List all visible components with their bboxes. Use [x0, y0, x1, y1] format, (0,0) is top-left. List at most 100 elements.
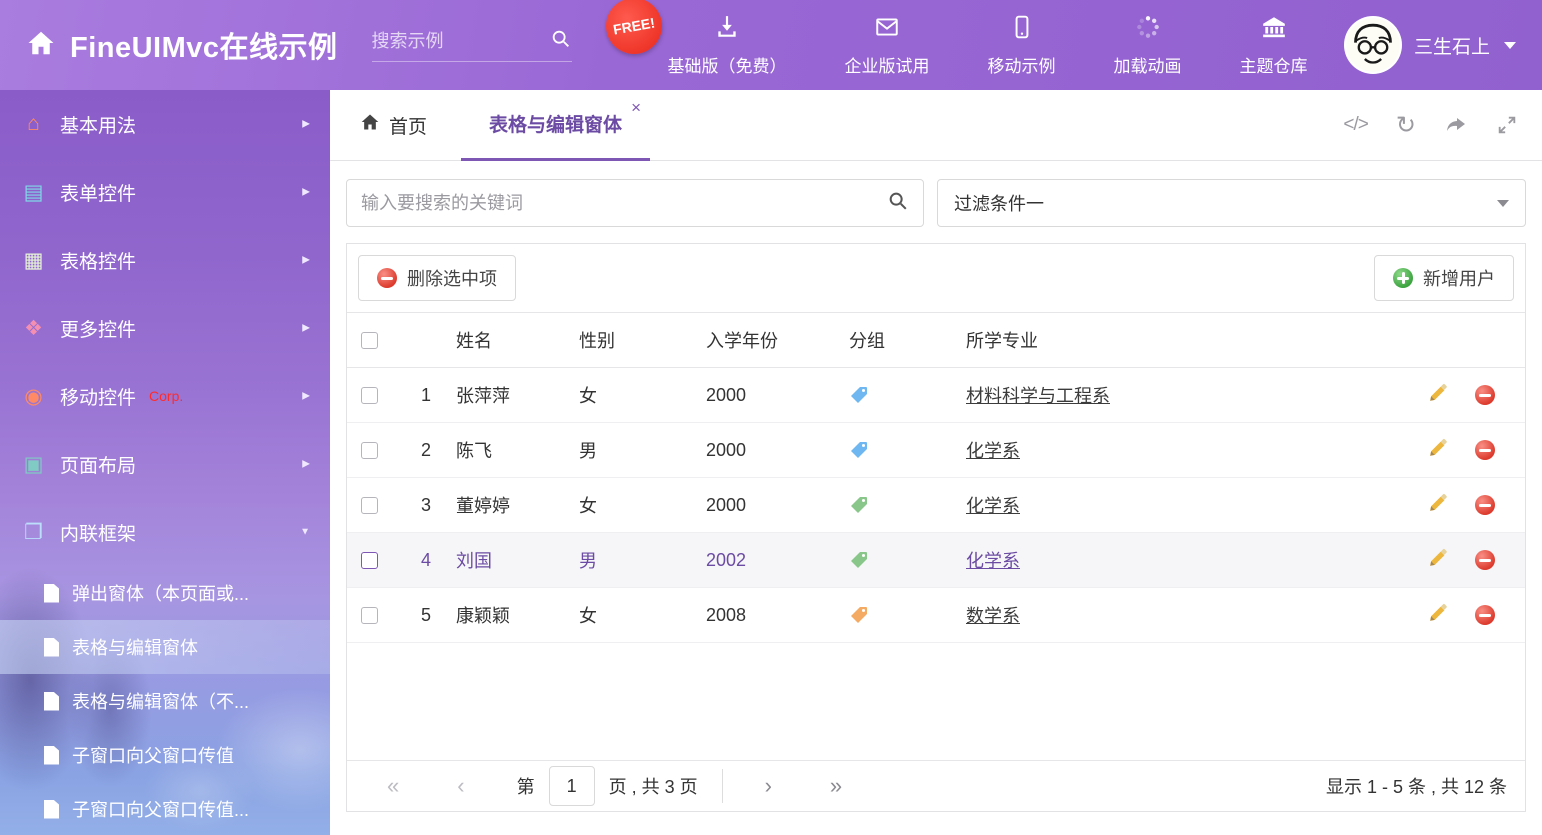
first-page-button[interactable]: «	[387, 773, 399, 799]
edit-pencil-icon[interactable]	[1427, 547, 1449, 574]
last-page-button[interactable]: »	[830, 773, 842, 799]
mobile-icon	[1009, 14, 1035, 45]
file-icon	[44, 746, 59, 765]
delete-minus-circle-icon[interactable]	[1475, 440, 1495, 460]
add-user-button[interactable]: 新增用户	[1374, 255, 1514, 301]
table-row[interactable]: 5 康颖颖 女 2008 数学系	[347, 588, 1525, 643]
table-row[interactable]: 2 陈飞 男 2000 化学系	[347, 423, 1525, 478]
major-link[interactable]: 化学系	[966, 551, 1020, 571]
sidebar-item[interactable]: ▣ 页面布局	[0, 430, 330, 498]
row-checkbox[interactable]	[361, 387, 378, 404]
select-all-checkbox[interactable]	[361, 332, 378, 349]
row-number: 3	[391, 495, 431, 516]
row-checkbox[interactable]	[361, 497, 378, 514]
page-input[interactable]	[549, 766, 595, 806]
delete-minus-circle-icon[interactable]	[1475, 605, 1495, 625]
cell-gender: 男	[554, 437, 681, 463]
tab-active[interactable]: 表格与编辑窗体 ×	[461, 90, 650, 161]
row-checkbox[interactable]	[361, 442, 378, 459]
grid-panel: 删除选中项 新增用户 姓名 性别 入学年份 分组 所学专业 1 张萍萍 女 20…	[346, 243, 1526, 812]
cell-year: 2008	[681, 605, 824, 626]
delete-selected-button[interactable]: 删除选中项	[358, 255, 516, 301]
row-number: 1	[391, 385, 431, 406]
cell-major: 材料科学与工程系	[941, 382, 1396, 408]
delete-minus-circle-icon[interactable]	[1475, 495, 1495, 515]
sidebar-subitem[interactable]: 表格与编辑窗体	[0, 620, 330, 674]
spinner-icon	[1135, 14, 1161, 45]
nav-loading-animation[interactable]: 加载动画	[1114, 14, 1182, 77]
tag-icon	[849, 440, 869, 460]
edit-pencil-icon[interactable]	[1427, 437, 1449, 464]
user-menu[interactable]: 三生石上	[1344, 16, 1516, 74]
brand[interactable]: FineUIMvc在线示例	[26, 24, 338, 66]
row-checkbox[interactable]	[361, 552, 378, 569]
filter-dropdown-value: 过滤条件一	[954, 190, 1044, 216]
search-icon[interactable]	[550, 28, 572, 55]
delete-minus-circle-icon[interactable]	[1475, 385, 1495, 405]
sidebar-item-label: 表格控件	[60, 247, 136, 274]
close-icon[interactable]: ×	[631, 98, 641, 118]
nav-label: 加载动画	[1114, 52, 1182, 77]
tag-icon	[849, 550, 869, 570]
cell-name: 陈飞	[431, 437, 554, 463]
sidebar-subitem-label: 子窗口向父窗口传值...	[72, 796, 249, 822]
major-link[interactable]: 化学系	[966, 441, 1020, 461]
edit-pencil-icon[interactable]	[1427, 602, 1449, 629]
row-checkbox[interactable]	[361, 607, 378, 624]
sidebar-item[interactable]: ⌂ 基本用法	[0, 90, 330, 158]
delete-minus-circle-icon[interactable]	[1475, 550, 1495, 570]
page-total-label: 页 , 共 3 页	[609, 773, 698, 799]
major-link[interactable]: 数学系	[966, 606, 1020, 626]
sidebar-item-label: 基本用法	[60, 111, 136, 138]
tab-home-label: 首页	[389, 112, 427, 139]
major-link[interactable]: 化学系	[966, 496, 1020, 516]
nav-theme-store[interactable]: 主题仓库	[1240, 14, 1308, 77]
nav-mobile-demo[interactable]: 移动示例	[988, 14, 1056, 77]
cell-major: 数学系	[941, 602, 1396, 628]
sidebar-subitem[interactable]: 子窗口向父窗口传值...	[0, 782, 330, 835]
search-icon[interactable]	[887, 190, 909, 217]
tab-home[interactable]: 首页	[360, 112, 427, 139]
sidebar-item[interactable]: ◉ 移动控件 Corp.	[0, 362, 330, 430]
filter-dropdown[interactable]: 过滤条件一	[937, 179, 1526, 227]
fullscreen-icon[interactable]	[1496, 114, 1518, 136]
table-row[interactable]: 4 刘国 男 2002 化学系	[347, 533, 1525, 588]
home-icon: ⌂	[20, 112, 47, 136]
chevron-down-icon	[1497, 200, 1509, 207]
sidebar-item-label: 内联框架	[60, 519, 136, 546]
cell-year: 2000	[681, 440, 824, 461]
refresh-icon[interactable]: ↻	[1396, 111, 1416, 140]
share-icon[interactable]	[1444, 113, 1468, 137]
sidebar-item[interactable]: ▤ 表单控件	[0, 158, 330, 226]
plus-circle-icon	[1393, 268, 1413, 288]
edit-pencil-icon[interactable]	[1427, 492, 1449, 519]
home-icon	[26, 28, 56, 63]
table-row[interactable]: 1 张萍萍 女 2000 材料科学与工程系	[347, 368, 1525, 423]
sidebar-subitem[interactable]: 表格与编辑窗体（不...	[0, 674, 330, 728]
cell-gender: 女	[554, 602, 681, 628]
code-icon[interactable]: </>	[1343, 114, 1367, 136]
file-icon	[44, 584, 59, 603]
sidebar-item[interactable]: ❐ 内联框架	[0, 498, 330, 566]
prev-page-button[interactable]: ‹	[457, 773, 464, 799]
table-row[interactable]: 3 董婷婷 女 2000 化学系	[347, 478, 1525, 533]
sidebar-item-label: 表单控件	[60, 179, 136, 206]
sidebar-item[interactable]: ▦ 表格控件	[0, 226, 330, 294]
filter-row: 过滤条件一	[346, 179, 1526, 227]
file-icon	[44, 692, 59, 711]
major-link[interactable]: 材料科学与工程系	[966, 386, 1110, 406]
record-summary: 显示 1 - 5 条 , 共 12 条	[1326, 773, 1507, 799]
nav-basic-edition[interactable]: FREE! 基础版（免费）	[668, 14, 787, 77]
header-search-input[interactable]	[372, 31, 542, 52]
tab-toolbar: </> ↻	[1343, 111, 1518, 140]
sidebar-subitem-label: 弹出窗体（本页面或...	[72, 580, 249, 606]
next-page-button[interactable]: ›	[765, 773, 772, 799]
sidebar-item[interactable]: ❖ 更多控件	[0, 294, 330, 362]
sidebar-subitem[interactable]: 弹出窗体（本页面或...	[0, 566, 330, 620]
keyword-search-input[interactable]	[361, 193, 887, 214]
edit-pencil-icon[interactable]	[1427, 382, 1449, 409]
nav-enterprise-trial[interactable]: 企业版试用	[845, 14, 930, 77]
header-search[interactable]	[372, 28, 572, 62]
sidebar-subitem[interactable]: 子窗口向父窗口传值	[0, 728, 330, 782]
header-nav: FREE! 基础版（免费） 企业版试用 移动示例 加载动画	[668, 14, 1308, 77]
